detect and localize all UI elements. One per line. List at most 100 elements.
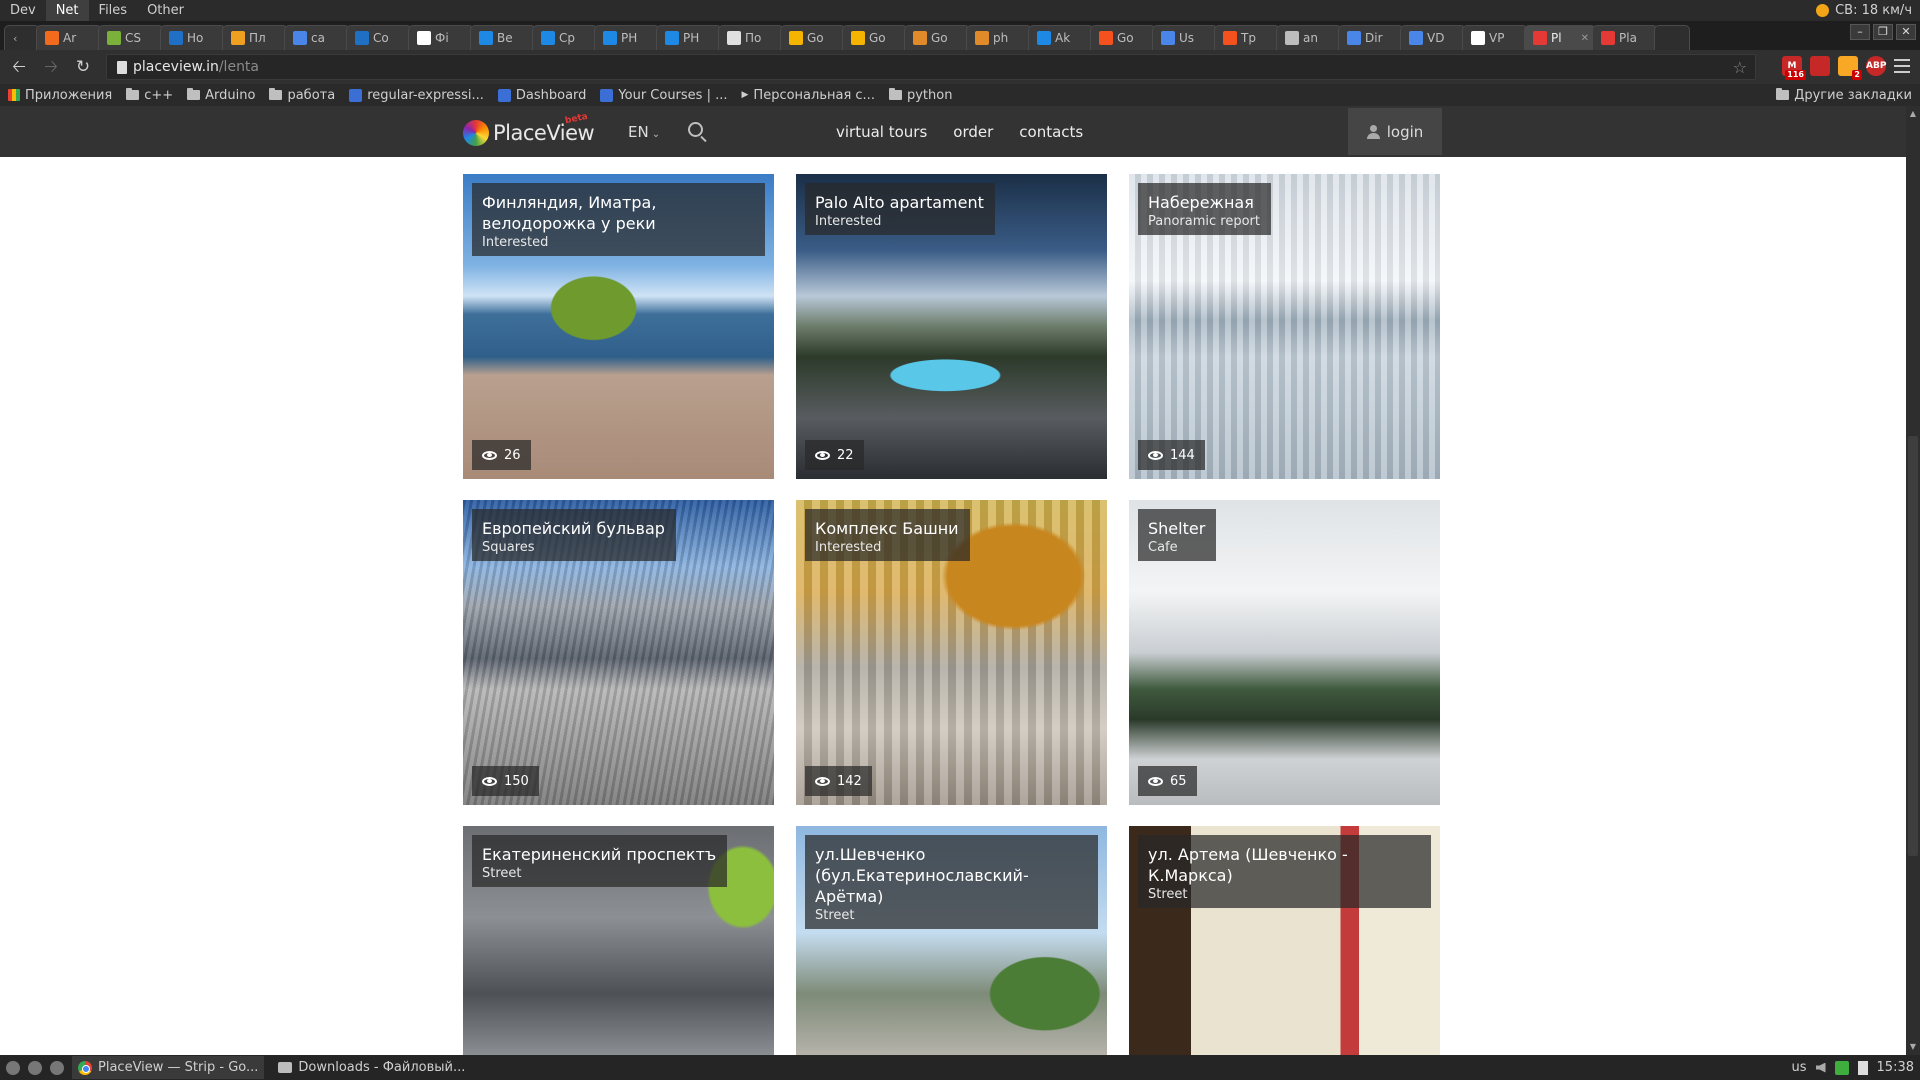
start-menu-icon[interactable] [6,1060,20,1075]
menu-dev[interactable]: Dev [0,0,46,21]
browser-tab[interactable]: Go [780,25,846,50]
weather-icon[interactable] [1816,4,1830,17]
tour-title[interactable]: Набережная [1148,192,1260,213]
browser-tab[interactable]: Tp [1214,25,1280,50]
menu-files[interactable]: Files [89,0,138,21]
login-button[interactable]: login [1348,108,1442,155]
bookmark-star-icon[interactable]: ☆ [1733,58,1747,77]
tour-card[interactable]: Европейский бульвар Squares 150 [463,500,774,805]
browser-tab[interactable]: CS [98,25,164,50]
tour-title[interactable]: ул. Артема (Шевченко - К.Маркса) [1148,844,1420,886]
clipboard-icon[interactable] [1857,1060,1868,1075]
bookmark-label: работа [287,87,336,103]
tour-title[interactable]: ул.Шевченко (бул.Екатеринославский-Арётм… [815,844,1087,907]
search-icon[interactable] [688,122,703,137]
bookmark-extension-icon[interactable] [1810,56,1830,76]
bookmark-item[interactable]: Dashboard [497,88,586,103]
bookmark-item[interactable]: regular-expressi... [349,88,484,103]
browser-tab[interactable]: Cp [532,25,598,50]
menu-net[interactable]: Net [45,0,89,21]
language-selector[interactable]: EN ⌄ [628,123,660,141]
page-scrollbar[interactable]: ▲ ▼ [1906,106,1920,1055]
tour-title[interactable]: Shelter [1148,518,1205,539]
browser-tab[interactable]: Us [1152,25,1218,50]
tab-list-button[interactable]: ‹ [4,25,40,50]
browser-tab[interactable]: VD [1400,25,1466,50]
site-logo[interactable]: PlaceView beta [463,112,595,146]
tour-title[interactable]: Palo Alto apartament [815,192,984,213]
nav-virtual-tours[interactable]: virtual tours [836,123,927,141]
browser-tab[interactable]: ca [284,25,350,50]
scroll-up-icon[interactable]: ▲ [1908,109,1918,119]
bookmark-item[interactable]: c++ [126,88,173,103]
system-settings-icon[interactable] [28,1060,42,1075]
tour-title[interactable]: Европейский бульвар [482,518,665,539]
maximize-icon[interactable]: ❐ [1873,24,1893,40]
forward-button[interactable]: 🡢 [38,54,64,80]
bookmark-item[interactable]: python [888,88,952,103]
tour-card[interactable]: Palo Alto apartament Interested 22 [796,174,1107,479]
task-file-manager[interactable]: Downloads - Файловый... [272,1056,471,1079]
browser-tab[interactable]: Go [1090,25,1156,50]
new-tab-button[interactable] [1654,25,1690,50]
tour-card[interactable]: Финляндия, Иматра, велодорожка у реки Int… [463,174,774,479]
tour-card[interactable]: Екатериненский проспектъ Street [463,826,774,1055]
browser-tab[interactable]: PH [594,25,660,50]
tour-title[interactable]: Комплекс Башни [815,518,959,539]
network-icon[interactable] [1834,1060,1849,1075]
tab-label: ph [993,31,1009,45]
browser-tab[interactable]: Pla [1592,25,1658,50]
scroll-down-icon[interactable]: ▼ [1908,1042,1918,1052]
browser-tab[interactable]: an [1276,25,1342,50]
tour-card[interactable]: Набережная Panoramic report 144 [1129,174,1440,479]
tab-label: Ak [1055,31,1071,45]
close-window-icon[interactable]: ✕ [1896,24,1916,40]
scroll-thumb[interactable] [1908,436,1918,856]
keyboard-layout[interactable]: us [1792,1060,1807,1075]
tour-card[interactable]: Shelter Cafe 65 [1129,500,1440,805]
bookmark-item[interactable]: работа [269,88,335,103]
bookmark-item[interactable]: ▶ Персональная с... [742,88,875,103]
browser-tab[interactable]: Ho [160,25,226,50]
nav-contacts[interactable]: contacts [1019,123,1083,141]
browser-tab[interactable]: Co [346,25,412,50]
view-count-value: 144 [1170,447,1195,463]
back-button[interactable]: 🡠 [6,54,32,80]
browser-tab[interactable]: Пл [222,25,288,50]
tour-card[interactable]: ул. Артема (Шевченко - К.Маркса) Street [1129,826,1440,1055]
browser-tab[interactable]: Pl ✕ [1524,25,1596,50]
reload-button[interactable]: ↻ [70,54,96,80]
menu-other[interactable]: Other [137,0,194,21]
browser-menu-icon[interactable] [1894,59,1910,73]
volume-icon[interactable] [1815,1062,1826,1073]
skype-icon[interactable] [50,1060,64,1075]
adblock-extension-icon[interactable]: ABP [1866,56,1886,76]
browser-tab[interactable]: Be [470,25,536,50]
browser-tab[interactable]: Ar [36,25,102,50]
browser-tab[interactable]: Go [842,25,908,50]
other-bookmarks[interactable]: Другие закладки [1776,84,1912,106]
bookmark-item[interactable]: Приложения [8,88,112,103]
notes-extension-icon[interactable]: 2 [1838,56,1862,80]
browser-tab[interactable]: Go [904,25,970,50]
tour-title[interactable]: Екатериненский проспектъ [482,844,716,865]
tour-card[interactable]: ул.Шевченко (бул.Екатеринославский-Арётм… [796,826,1107,1055]
bookmark-item[interactable]: Your Courses | ... [600,88,728,103]
url-field[interactable]: placeview.in/lenta ☆ [106,54,1756,80]
gmail-extension-icon[interactable]: M 116 [1782,56,1806,80]
browser-tab[interactable]: ph [966,25,1032,50]
task-browser[interactable]: PlaceView — Strip - Go... [72,1056,265,1079]
browser-tab[interactable]: Фі [408,25,474,50]
browser-tab[interactable]: VP [1462,25,1528,50]
browser-tab[interactable]: Dir [1338,25,1404,50]
tour-title[interactable]: Финляндия, Иматра, велодорожка у реки [482,192,754,234]
browser-tab[interactable]: PH [656,25,722,50]
nav-order[interactable]: order [953,123,993,141]
login-label: login [1386,122,1424,141]
tab-close-icon[interactable]: ✕ [1581,33,1589,44]
bookmark-item[interactable]: Arduino [187,88,255,103]
browser-tab[interactable]: Ak [1028,25,1094,50]
minimize-icon[interactable]: – [1850,24,1870,40]
browser-tab[interactable]: По [718,25,784,50]
tour-card[interactable]: Комплекс Башни Interested 142 [796,500,1107,805]
